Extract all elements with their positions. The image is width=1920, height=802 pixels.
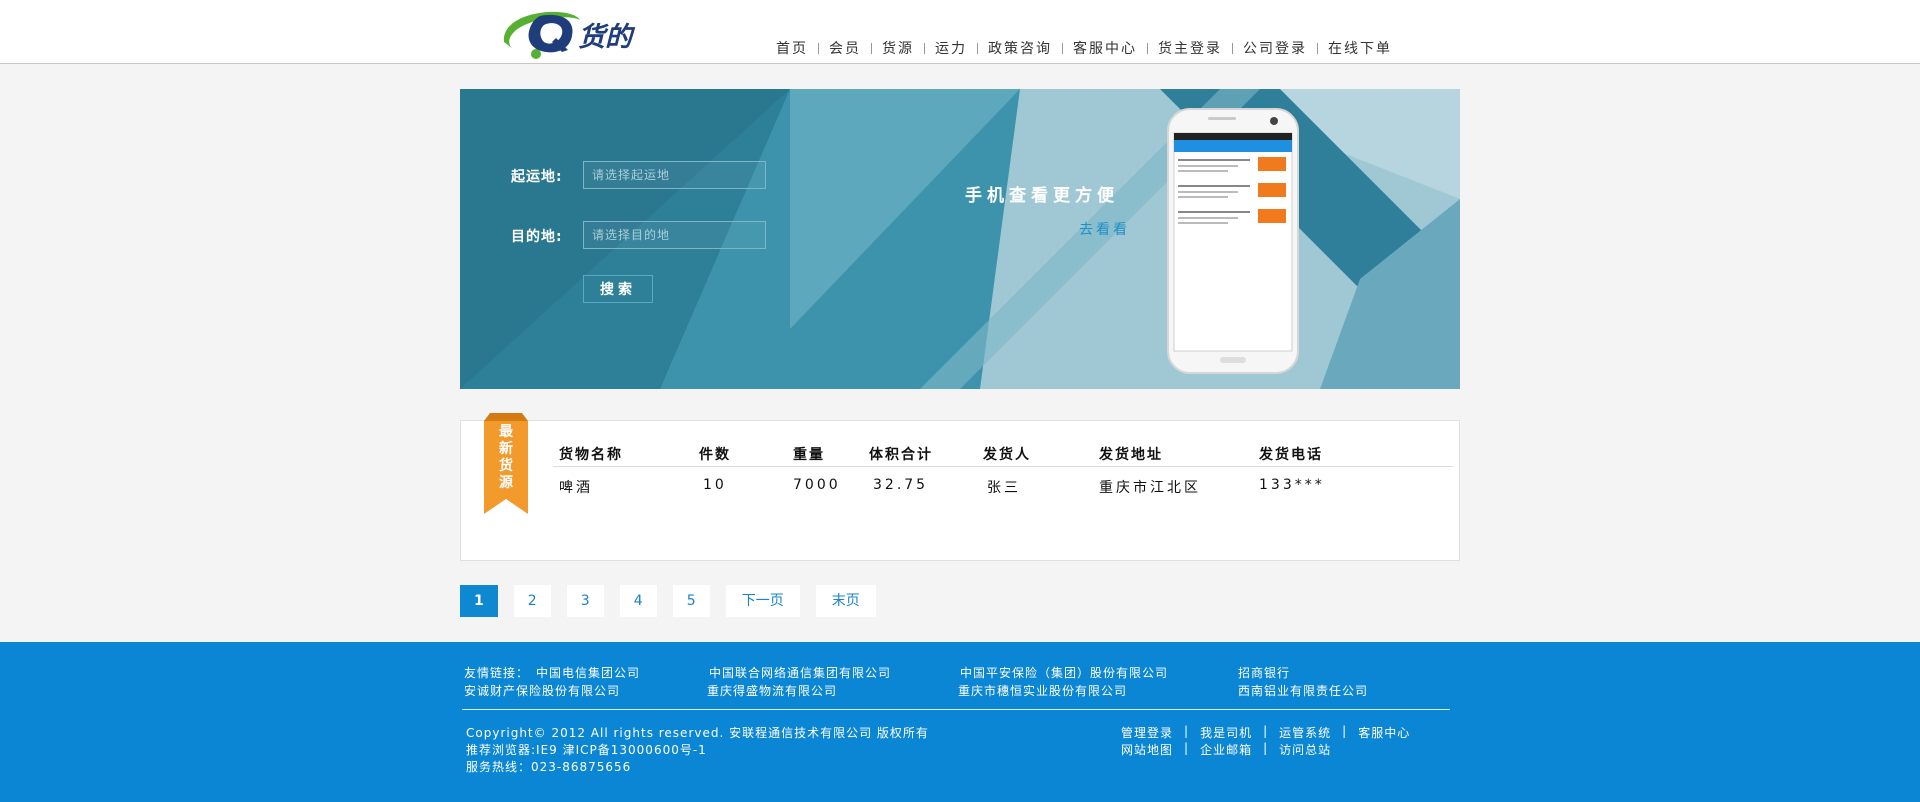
- last-page-button[interactable]: 末页: [815, 585, 876, 617]
- cell-shipper: 张三: [987, 480, 1021, 496]
- nav-member[interactable]: 会员: [819, 38, 871, 58]
- cell-goods-name: 啤酒: [559, 480, 593, 496]
- main-nav: 首页 会员 货源 运力 政策咨询 客服中心 货主登录 公司登录 在线下单: [766, 39, 1402, 57]
- search-banner: 起运地: 目的地: 搜索 手机查看更方便 去看看: [460, 89, 1460, 389]
- next-page-button[interactable]: 下一页: [725, 585, 800, 617]
- friend-link[interactable]: 招商银行: [1238, 664, 1290, 681]
- footer-driver-link[interactable]: 我是司机: [1200, 724, 1252, 741]
- cell-address: 重庆市江北区: [1099, 480, 1201, 496]
- origin-label: 起运地:: [511, 169, 563, 185]
- page-3-button[interactable]: 3: [566, 585, 604, 617]
- nav-cargo-source[interactable]: 货源: [872, 38, 924, 58]
- footer-divider: [462, 709, 1450, 710]
- site-footer: 友情链接： 中国电信集团公司 中国联合网络通信集团有限公司 中国平安保险（集团）…: [0, 642, 1920, 802]
- col-goods-name: 货物名称: [559, 447, 623, 463]
- col-pieces: 件数: [699, 447, 731, 463]
- footer-company-mail[interactable]: 企业邮箱: [1200, 741, 1252, 758]
- cell-pieces: 10: [703, 477, 727, 493]
- nav-home[interactable]: 首页: [766, 38, 818, 58]
- friend-links-label: 友情链接：: [464, 666, 530, 680]
- browser-icp-text: 推荐浏览器:IE9 津ICP备13000600号-1: [466, 743, 707, 757]
- footer-sitemap[interactable]: 网站地图: [1121, 741, 1173, 758]
- nav-online-order[interactable]: 在线下单: [1318, 38, 1402, 58]
- footer-nav-row1: 管理登录 | 我是司机 | 运管系统 | 客服中心: [1121, 724, 1410, 741]
- cell-phone: 133***: [1259, 477, 1325, 493]
- nav-company-login[interactable]: 公司登录: [1233, 38, 1317, 58]
- cell-weight: 7000: [793, 477, 841, 493]
- nav-service-center[interactable]: 客服中心: [1063, 38, 1147, 58]
- promo-link[interactable]: 去看看: [1079, 219, 1130, 239]
- cell-volume: 32.75: [873, 477, 929, 493]
- latest-cargo-label: 最 新 货 源: [499, 424, 513, 491]
- footer-main-site[interactable]: 访问总站: [1279, 741, 1331, 758]
- table-header: 货物名称 件数 重量 体积合计 发货人 发货地址 发货电话: [553, 439, 1453, 467]
- col-shipper: 发货人: [983, 447, 1031, 463]
- footer-separator: |: [1263, 741, 1269, 755]
- footer-separator: |: [1263, 724, 1269, 738]
- col-weight: 重量: [793, 447, 825, 463]
- site-header: 货的 首页 会员 货源 运力 政策咨询 客服中心 货主登录 公司登录 在线下单: [0, 0, 1920, 64]
- friend-link[interactable]: 安诚财产保险股份有限公司: [464, 682, 620, 699]
- footer-separator: |: [1342, 724, 1348, 738]
- nav-capacity[interactable]: 运力: [925, 38, 977, 58]
- page-4-button[interactable]: 4: [619, 585, 657, 617]
- page-2-button[interactable]: 2: [513, 585, 551, 617]
- page-5-button[interactable]: 5: [672, 585, 710, 617]
- svg-text:货的: 货的: [578, 22, 636, 53]
- latest-cargo-panel: 最 新 货 源 货物名称 件数 重量 体积合计 发货人 发货地址 发货电话 啤酒…: [460, 413, 1460, 561]
- col-phone: 发货电话: [1259, 447, 1323, 463]
- nav-policy[interactable]: 政策咨询: [978, 38, 1062, 58]
- nav-shipper-login[interactable]: 货主登录: [1148, 38, 1232, 58]
- cargo-table: 货物名称 件数 重量 体积合计 发货人 发货地址 发货电话 啤酒 10 7000…: [553, 439, 1453, 501]
- phone-mockup-image: [1167, 108, 1299, 374]
- footer-service-center[interactable]: 客服中心: [1358, 724, 1410, 741]
- origin-input[interactable]: [583, 161, 766, 189]
- footer-transport-system[interactable]: 运管系统: [1279, 724, 1331, 741]
- col-address: 发货地址: [1099, 447, 1163, 463]
- col-volume: 体积合计: [869, 447, 933, 463]
- friend-link[interactable]: 中国平安保险（集团）股份有限公司: [960, 664, 1168, 681]
- search-button[interactable]: 搜索: [583, 275, 653, 303]
- friend-link[interactable]: 重庆得盛物流有限公司: [707, 682, 837, 699]
- friend-link[interactable]: 中国电信集团公司: [536, 664, 640, 681]
- friend-link[interactable]: 重庆市穗恒实业股份有限公司: [958, 682, 1127, 699]
- destination-label: 目的地:: [511, 229, 563, 245]
- footer-separator: |: [1184, 741, 1190, 755]
- friend-link[interactable]: 中国联合网络通信集团有限公司: [709, 664, 891, 681]
- pagination: 1 2 3 4 5 下一页 末页: [460, 585, 892, 617]
- brand-logo[interactable]: 货的: [498, 8, 648, 62]
- hotline-text: 服务热线：023-86875656: [466, 760, 632, 774]
- page-1-button[interactable]: 1: [460, 585, 498, 617]
- destination-input[interactable]: [583, 221, 766, 249]
- promo-title: 手机查看更方便: [965, 186, 1119, 206]
- copyright-text: Copyright© 2012 All rights reserved. 安联程…: [466, 726, 929, 740]
- footer-separator: |: [1184, 724, 1190, 738]
- footer-admin-login[interactable]: 管理登录: [1121, 724, 1173, 741]
- table-row[interactable]: 啤酒 10 7000 32.75 张三 重庆市江北区 133***: [553, 467, 1453, 501]
- friend-link[interactable]: 西南铝业有限责任公司: [1238, 682, 1368, 699]
- footer-nav-row2: 网站地图 | 企业邮箱 | 访问总站: [1121, 741, 1331, 758]
